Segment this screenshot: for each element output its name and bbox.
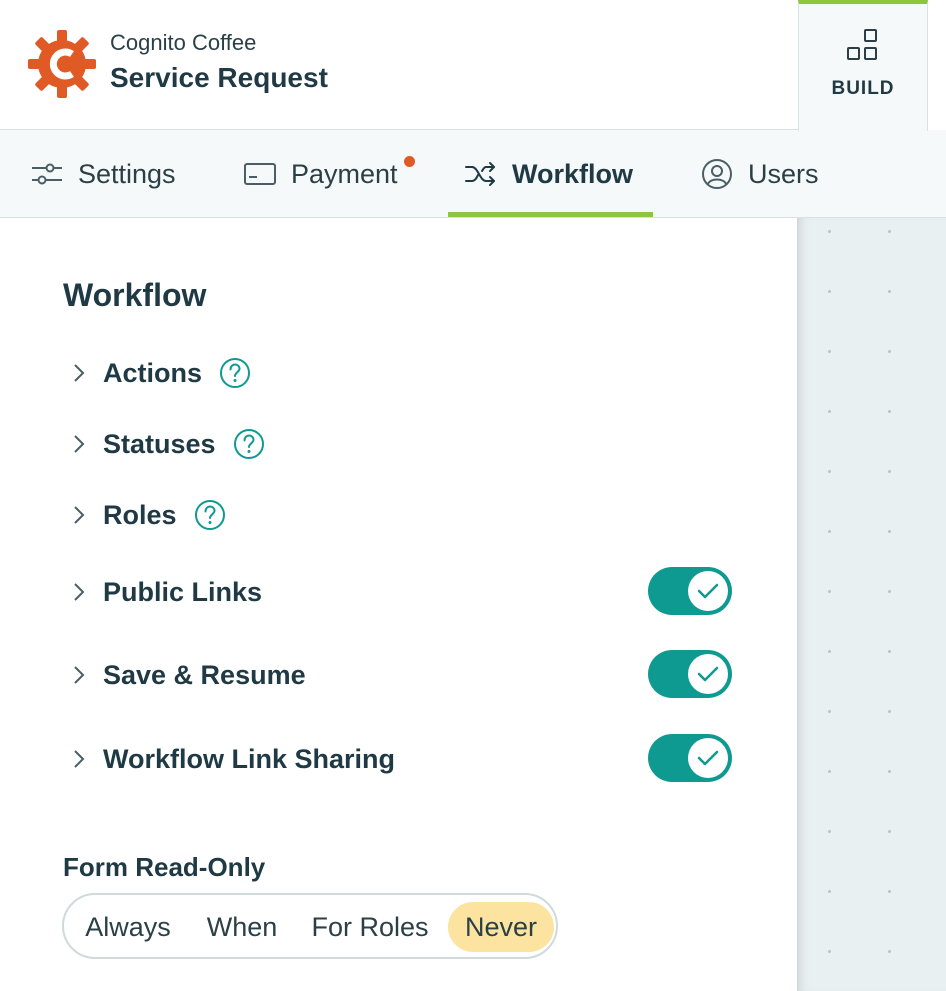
canvas-grid-dot bbox=[888, 710, 891, 713]
section-label: Public Links bbox=[103, 576, 263, 607]
canvas-grid-dot bbox=[888, 590, 891, 593]
form-read-only-label: Form Read-Only bbox=[63, 852, 266, 882]
section-statuses[interactable]: Statuses bbox=[63, 419, 743, 469]
canvas-grid-dot bbox=[888, 230, 891, 233]
help-icon[interactable] bbox=[219, 357, 251, 389]
blocks-icon bbox=[847, 29, 877, 60]
payment-notification-dot bbox=[404, 156, 415, 167]
panel-title: Workflow bbox=[63, 277, 207, 313]
chevron-right-icon bbox=[63, 424, 103, 464]
help-icon[interactable] bbox=[233, 428, 265, 460]
user-circle-icon bbox=[700, 157, 734, 191]
section-workflow-link-sharing[interactable]: Workflow Link Sharing bbox=[63, 734, 743, 784]
canvas-grid-dot bbox=[888, 950, 891, 953]
section-actions[interactable]: Actions bbox=[63, 348, 743, 398]
canvas-grid-dot bbox=[888, 290, 891, 293]
chevron-right-icon bbox=[63, 353, 103, 393]
check-icon bbox=[697, 750, 719, 766]
build-tab[interactable]: BUILD bbox=[798, 0, 928, 131]
canvas-grid-dot bbox=[828, 350, 831, 353]
organization-name: Cognito Coffee bbox=[110, 30, 257, 55]
active-tab-indicator bbox=[448, 212, 653, 217]
canvas-grid-dot bbox=[888, 410, 891, 413]
canvas-grid-dot bbox=[828, 470, 831, 473]
sliders-icon bbox=[30, 157, 64, 191]
canvas-grid-dot bbox=[888, 530, 891, 533]
canvas-grid-dot bbox=[828, 530, 831, 533]
chevron-right-icon bbox=[63, 655, 103, 695]
toggle-knob bbox=[688, 738, 728, 778]
canvas-grid-dot bbox=[888, 770, 891, 773]
tab-settings-label: Settings bbox=[78, 158, 176, 189]
read-only-option-for-roles[interactable]: For Roles bbox=[302, 902, 438, 952]
chevron-right-icon bbox=[63, 495, 103, 535]
builder-tabs: Settings Payment Workflow Users bbox=[0, 130, 946, 218]
canvas-grid-dot bbox=[828, 890, 831, 893]
tab-workflow[interactable]: Workflow bbox=[464, 130, 633, 218]
form-title: Service Request bbox=[110, 62, 328, 93]
tab-payment-label: Payment bbox=[291, 158, 398, 189]
toggle-knob bbox=[688, 654, 728, 694]
canvas-grid-dot bbox=[828, 830, 831, 833]
canvas-grid-dot bbox=[888, 650, 891, 653]
section-save-resume[interactable]: Save & Resume bbox=[63, 650, 743, 700]
credit-card-icon bbox=[243, 157, 277, 191]
section-label: Statuses bbox=[103, 428, 216, 459]
section-public-links[interactable]: Public Links bbox=[63, 567, 743, 617]
tab-users[interactable]: Users bbox=[700, 130, 819, 218]
read-only-option-when[interactable]: When bbox=[192, 902, 292, 952]
canvas-grid-dot bbox=[828, 770, 831, 773]
chevron-right-icon bbox=[63, 572, 103, 612]
tab-settings[interactable]: Settings bbox=[30, 130, 176, 218]
section-label: Workflow Link Sharing bbox=[103, 743, 396, 774]
canvas-grid-dot bbox=[888, 890, 891, 893]
build-tab-label: BUILD bbox=[831, 78, 895, 99]
save-resume-toggle[interactable] bbox=[648, 650, 732, 698]
tab-users-label: Users bbox=[748, 158, 819, 189]
canvas-grid-dot bbox=[828, 650, 831, 653]
read-only-option-never[interactable]: Never bbox=[448, 902, 554, 952]
canvas-grid-dot bbox=[828, 410, 831, 413]
form-read-only-selector: Always When For Roles Never bbox=[62, 893, 558, 959]
canvas-grid-dot bbox=[828, 950, 831, 953]
section-roles[interactable]: Roles bbox=[63, 490, 743, 540]
section-label: Roles bbox=[103, 499, 177, 530]
canvas-grid-dot bbox=[828, 230, 831, 233]
workflow-link-sharing-toggle[interactable] bbox=[648, 734, 732, 782]
tab-workflow-label: Workflow bbox=[512, 158, 633, 189]
check-icon bbox=[697, 666, 719, 682]
canvas-grid-dot bbox=[828, 590, 831, 593]
check-icon bbox=[697, 583, 719, 599]
canvas-grid-dot bbox=[828, 290, 831, 293]
chevron-right-icon bbox=[63, 739, 103, 779]
public-links-toggle[interactable] bbox=[648, 567, 732, 615]
form-canvas[interactable] bbox=[797, 218, 946, 991]
read-only-option-always[interactable]: Always bbox=[74, 902, 182, 952]
toggle-knob bbox=[688, 571, 728, 611]
canvas-grid-dot bbox=[888, 350, 891, 353]
canvas-grid-dot bbox=[888, 830, 891, 833]
canvas-grid-dot bbox=[888, 470, 891, 473]
canvas-grid-dot bbox=[828, 710, 831, 713]
section-label: Actions bbox=[103, 357, 203, 388]
shuffle-icon bbox=[464, 157, 498, 191]
section-label: Save & Resume bbox=[103, 659, 306, 690]
header-edge bbox=[928, 0, 946, 130]
help-icon[interactable] bbox=[194, 499, 226, 531]
cognito-logo-icon bbox=[28, 30, 96, 98]
tab-payment[interactable]: Payment bbox=[243, 130, 398, 218]
